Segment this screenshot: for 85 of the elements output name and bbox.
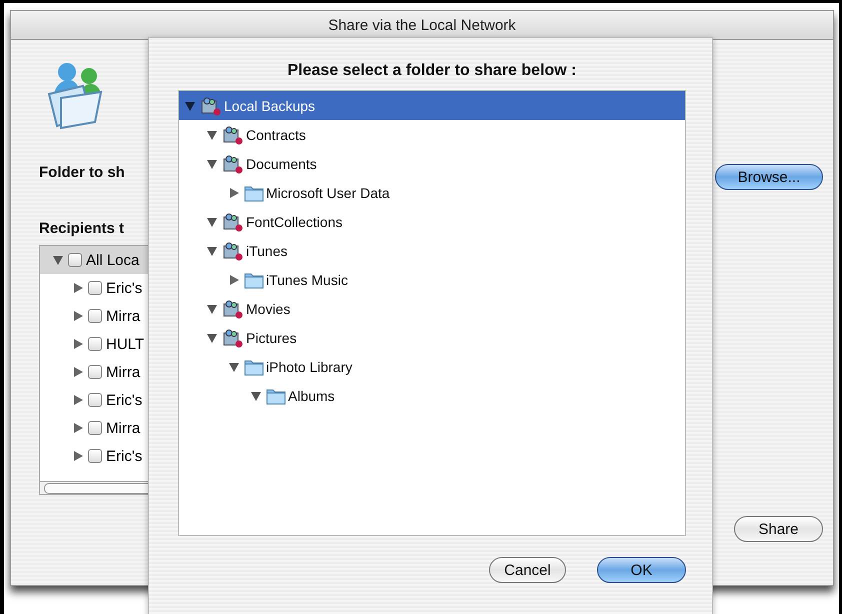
recipient-row[interactable]: Eric's	[40, 274, 149, 302]
shared-folder-icon	[222, 154, 244, 174]
recipient-row[interactable]: Mirra	[40, 358, 149, 386]
ok-button[interactable]: OK	[597, 557, 686, 583]
tree-row[interactable]: iPhoto Library	[179, 352, 685, 381]
checkbox[interactable]	[68, 253, 82, 267]
folder-icon	[244, 270, 264, 288]
disclosure-triangle-icon[interactable]	[250, 390, 262, 402]
checkbox[interactable]	[88, 309, 102, 323]
recipient-label: HULT	[106, 336, 144, 352]
folder-name: Contracts	[246, 126, 306, 142]
recipients-label: Recipients t	[39, 220, 124, 237]
folder-name: FontCollections	[246, 214, 342, 230]
recipient-label: Eric's	[106, 448, 142, 464]
shared-folder-icon	[222, 212, 244, 232]
tree-row[interactable]: Documents	[179, 149, 685, 178]
recipient-row[interactable]: Eric's	[40, 442, 149, 470]
disclosure-triangle-icon[interactable]	[206, 216, 218, 228]
checkbox[interactable]	[88, 393, 102, 407]
folder-name: Albums	[288, 388, 335, 404]
recipient-row[interactable]: Eric's	[40, 386, 149, 414]
recipient-label: Mirra	[106, 420, 140, 436]
disclosure-triangle-icon[interactable]	[72, 450, 84, 462]
checkbox[interactable]	[88, 421, 102, 435]
tree-row[interactable]: FontCollections	[179, 207, 685, 236]
disclosure-triangle-icon[interactable]	[72, 366, 84, 378]
disclosure-triangle-icon[interactable]	[184, 100, 196, 112]
disclosure-triangle-icon[interactable]	[72, 282, 84, 294]
folder-name: Documents	[246, 156, 317, 172]
shared-folder-icon	[222, 298, 244, 318]
recipient-row[interactable]: Mirra	[40, 302, 149, 330]
folder-name: Pictures	[246, 330, 297, 346]
recipient-label: Mirra	[106, 308, 140, 324]
tree-row[interactable]: iTunes Music	[179, 265, 685, 294]
disclosure-triangle-icon[interactable]	[206, 128, 218, 140]
shared-folder-icon	[222, 240, 244, 260]
tree-row[interactable]: Local Backups	[179, 91, 685, 120]
cancel-button[interactable]: Cancel	[489, 557, 566, 583]
recipient-label: Eric's	[106, 280, 142, 296]
folder-icon	[244, 358, 264, 376]
tree-row[interactable]: Movies	[179, 294, 685, 323]
folder-name: iPhoto Library	[266, 358, 352, 374]
tree-row[interactable]: iTunes	[179, 236, 685, 265]
window-title: Share via the Local Network	[11, 11, 833, 40]
folder-name: iTunes	[246, 242, 288, 258]
disclosure-triangle-icon[interactable]	[228, 360, 240, 372]
horizontal-scrollbar[interactable]	[40, 481, 149, 494]
recipient-label: All Loca	[86, 252, 140, 268]
tree-row[interactable]: Contracts	[179, 120, 685, 149]
browse-button[interactable]: Browse...	[715, 164, 823, 190]
disclosure-triangle-icon[interactable]	[72, 338, 84, 350]
disclosure-triangle-icon[interactable]	[72, 422, 84, 434]
shared-folder-icon	[222, 328, 244, 348]
disclosure-triangle-icon[interactable]	[72, 310, 84, 322]
checkbox[interactable]	[88, 449, 102, 463]
disclosure-triangle-icon[interactable]	[206, 302, 218, 314]
disclosure-triangle-icon[interactable]	[228, 274, 240, 286]
folder-name: Local Backups	[224, 98, 316, 114]
recipient-label: Mirra	[106, 364, 140, 380]
disclosure-triangle-icon[interactable]	[206, 244, 218, 256]
checkbox[interactable]	[88, 365, 102, 379]
folder-icon	[244, 184, 264, 202]
checkbox[interactable]	[88, 281, 102, 295]
disclosure-triangle-icon[interactable]	[206, 158, 218, 170]
shared-folder-icon	[222, 124, 244, 144]
disclosure-triangle-icon[interactable]	[228, 186, 240, 198]
folder-icon	[266, 386, 286, 404]
folder-label: Folder to sh	[39, 164, 125, 181]
recipient-row[interactable]: Mirra	[40, 414, 149, 442]
recipient-label: Eric's	[106, 392, 142, 408]
disclosure-triangle-icon[interactable]	[52, 254, 64, 266]
disclosure-triangle-icon[interactable]	[206, 332, 218, 344]
share-button[interactable]: Share	[734, 516, 823, 542]
tree-row[interactable]: Microsoft User Data	[179, 178, 685, 207]
folder-name: Movies	[246, 300, 290, 316]
tree-row[interactable]: Albums	[179, 381, 685, 410]
folder-name: iTunes Music	[266, 272, 348, 288]
tree-row[interactable]: Pictures	[179, 323, 685, 352]
folder-name: Microsoft User Data	[266, 184, 390, 200]
disclosure-triangle-icon[interactable]	[72, 394, 84, 406]
sheet-title: Please select a folder to share below :	[286, 62, 578, 80]
shared-folder-icon	[200, 96, 222, 116]
checkbox[interactable]	[88, 337, 102, 351]
recipient-row[interactable]: HULT	[40, 330, 149, 358]
recipient-row[interactable]: All Loca	[40, 246, 149, 274]
